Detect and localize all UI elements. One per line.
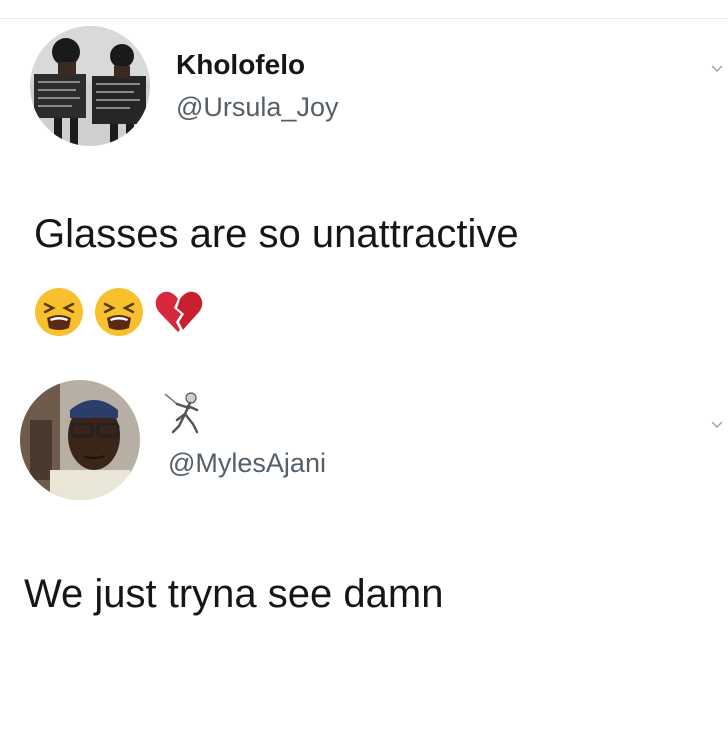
tired-face-emoji <box>95 288 143 336</box>
tweet-card-1[interactable]: Kholofelo @Ursula_Joy Glasses are so una… <box>0 22 728 367</box>
avatar[interactable] <box>20 380 140 500</box>
tired-face-emoji <box>35 288 83 336</box>
avatar-photo <box>20 380 140 500</box>
avatar[interactable] <box>30 26 150 146</box>
tweet-card-2[interactable]: @MylesAjani We just tryna see damn <box>0 380 728 710</box>
broken-heart-emoji <box>155 291 203 332</box>
display-name[interactable]: Kholofelo <box>176 49 305 81</box>
avatar-photo <box>30 26 150 146</box>
user-handle[interactable]: @MylesAjani <box>168 448 326 479</box>
tweet-text: We just tryna see damn <box>24 572 444 616</box>
emoji-row <box>33 284 205 340</box>
chevron-down-icon[interactable] <box>710 418 724 432</box>
fencer-emoji <box>164 392 199 434</box>
screenshot-page: Kholofelo @Ursula_Joy Glasses are so una… <box>0 0 728 730</box>
chevron-down-icon[interactable] <box>710 62 724 76</box>
user-handle[interactable]: @Ursula_Joy <box>176 92 338 123</box>
tweet-text: Glasses are so unattractive <box>34 212 519 256</box>
top-divider <box>0 0 728 19</box>
